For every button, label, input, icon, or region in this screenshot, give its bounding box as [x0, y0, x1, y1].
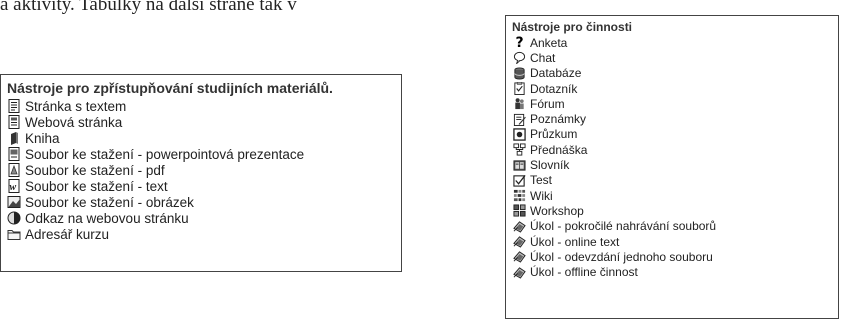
- resource-item-label: Adresář kurzu: [25, 226, 110, 242]
- activity-item-forum[interactable]: Fórum: [513, 96, 838, 111]
- survey-icon: [513, 128, 526, 141]
- activity-item-workshop[interactable]: Workshop: [513, 203, 838, 218]
- activity-item-label: Anketa: [530, 35, 568, 50]
- activity-item-assignment-single-file[interactable]: Úkol - odevzdání jednoho souboru: [513, 249, 838, 264]
- web-link-icon: [7, 211, 21, 225]
- question-icon: ?: [515, 34, 524, 51]
- questionnaire-icon: [513, 82, 526, 96]
- resource-item-label: Kniha: [25, 130, 60, 146]
- resources-tools-panel: Nástroje pro zpřístupňování studijních m…: [0, 74, 402, 272]
- resource-item-book[interactable]: Kniha: [7, 130, 401, 146]
- activity-item-survey[interactable]: Průzkum: [513, 127, 838, 142]
- activity-tools-panel: Nástroje pro činnosti ? Anketa Chat Data…: [505, 15, 839, 319]
- glossary-icon: [513, 159, 526, 172]
- image-file-icon: [7, 195, 21, 209]
- activity-item-assignment-upload[interactable]: Úkol - pokročilé nahrávání souborů: [513, 219, 838, 234]
- database-icon: [513, 67, 526, 80]
- word-file-icon: w: [7, 179, 21, 193]
- resource-item-image-file[interactable]: Soubor ke stažení - obrázek: [7, 194, 401, 210]
- assignment-icon: [513, 235, 526, 248]
- activity-item-label: Databáze: [530, 66, 582, 81]
- resource-item-text-page[interactable]: Stránka s textem: [7, 98, 401, 114]
- activity-item-label: Chat: [530, 50, 556, 65]
- powerpoint-file-icon: [7, 147, 21, 161]
- resource-item-web-page[interactable]: Webová stránka: [7, 114, 401, 130]
- resource-item-label: Soubor ke stažení - powerpointová prezen…: [25, 146, 305, 162]
- activity-item-label: Slovník: [530, 158, 570, 173]
- activity-item-assignment-online-text[interactable]: Úkol - online text: [513, 234, 838, 249]
- resource-item-powerpoint[interactable]: Soubor ke stažení - powerpointová prezen…: [7, 146, 401, 162]
- activity-item-label: Úkol - online text: [530, 234, 620, 249]
- resources-panel-title: Nástroje pro zpřístupňování studijních m…: [7, 80, 333, 96]
- activity-item-label: Workshop: [530, 203, 584, 218]
- resource-item-course-folder[interactable]: Adresář kurzu: [7, 226, 401, 242]
- assignment-icon: [513, 220, 526, 233]
- lesson-icon: [513, 143, 526, 156]
- assignment-icon: [513, 266, 526, 279]
- resource-item-label: Webová stránka: [25, 114, 123, 130]
- resource-item-label: Soubor ke stažení - obrázek: [25, 194, 194, 210]
- page-text-fragment: a aktivity. Tabulky na další straně tak …: [0, 0, 297, 15]
- activity-item-poll[interactable]: ? Anketa: [513, 35, 838, 50]
- activity-item-notes[interactable]: Poznámky: [513, 111, 838, 126]
- pdf-file-icon: [7, 163, 21, 177]
- activity-item-label: Poznámky: [530, 112, 587, 127]
- activity-item-assignment-offline[interactable]: Úkol - offline činnost: [513, 264, 838, 279]
- wiki-icon: [513, 189, 526, 202]
- book-icon: [7, 131, 21, 145]
- svg-text:w: w: [10, 182, 17, 193]
- resource-item-label: Odkaz na webovou stránku: [25, 210, 189, 226]
- activity-item-label: Úkol - offline činnost: [530, 265, 638, 280]
- activity-item-label: Dotazník: [530, 81, 578, 96]
- notes-icon: [513, 113, 526, 126]
- activity-item-lesson[interactable]: Přednáška: [513, 142, 838, 157]
- activities-panel-title: Nástroje pro činnosti: [512, 20, 633, 34]
- activity-item-label: Fórum: [530, 96, 565, 111]
- activity-item-chat[interactable]: Chat: [513, 50, 838, 65]
- text-page-icon: [7, 99, 21, 113]
- forum-icon: [513, 97, 526, 110]
- quiz-checkbox-icon: [513, 174, 526, 187]
- activity-item-label: Přednáška: [530, 142, 588, 157]
- resource-item-label: Stránka s textem: [25, 98, 127, 114]
- resource-item-pdf[interactable]: Soubor ke stažení - pdf: [7, 162, 401, 178]
- assignment-icon: [513, 250, 526, 263]
- activity-item-test[interactable]: Test: [513, 173, 838, 188]
- resource-item-label: Soubor ke stažení - text: [25, 178, 168, 194]
- activity-item-glossary[interactable]: Slovník: [513, 157, 838, 172]
- resource-item-web-link[interactable]: Odkaz na webovou stránku: [7, 210, 401, 226]
- activity-item-label: Wiki: [530, 188, 553, 203]
- activity-item-questionnaire[interactable]: Dotazník: [513, 81, 838, 96]
- activity-item-wiki[interactable]: Wiki: [513, 188, 838, 203]
- resource-item-text-file[interactable]: w Soubor ke stažení - text: [7, 178, 401, 194]
- workshop-icon: [513, 204, 526, 217]
- folder-icon: [7, 227, 21, 241]
- activity-item-label: Průzkum: [530, 127, 578, 142]
- activity-item-label: Úkol - odevzdání jednoho souboru: [530, 249, 713, 264]
- web-page-icon: [7, 115, 21, 129]
- chat-bubble-icon: [513, 51, 526, 65]
- activity-item-database[interactable]: Databáze: [513, 66, 838, 81]
- activity-item-label: Test: [530, 173, 553, 188]
- activity-item-label: Úkol - pokročilé nahrávání souborů: [530, 219, 717, 234]
- resource-item-label: Soubor ke stažení - pdf: [25, 162, 165, 178]
